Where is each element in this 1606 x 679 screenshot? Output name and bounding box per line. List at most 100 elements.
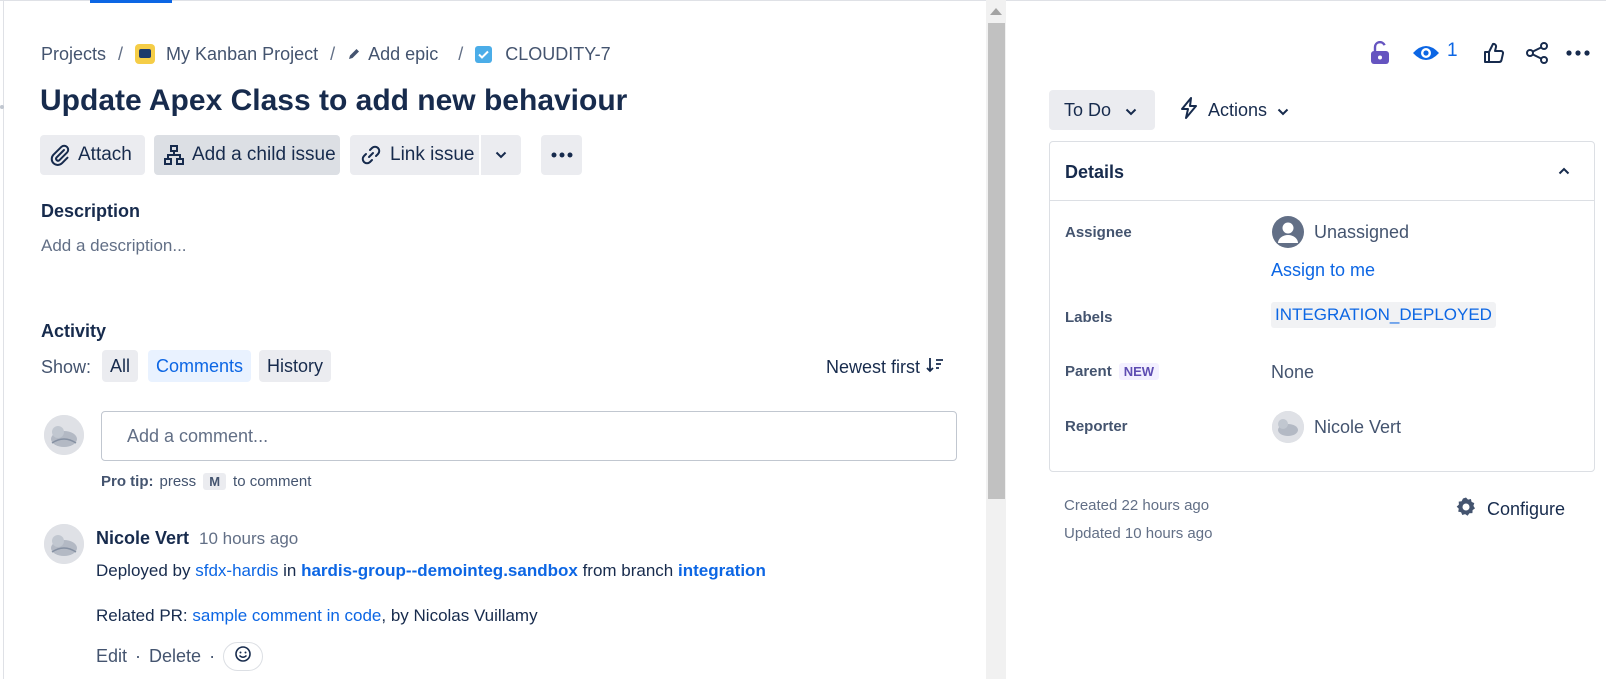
separator-dot: · [135,646,142,666]
comment-author-avatar[interactable] [44,524,84,564]
breadcrumb: Projects / My Kanban Project / Add epic … [41,42,611,66]
label-chip[interactable]: INTEGRATION_DEPLOYED [1271,302,1496,328]
add-child-label: Add a child issue [192,144,336,165]
separator-dot: · [209,646,216,666]
chevron-down-icon [495,151,507,159]
attach-label: Attach [78,144,132,165]
comment-actions: Edit · Delete · [96,642,264,671]
assignee-label: Assignee [1065,224,1132,241]
filter-history[interactable]: History [259,350,332,382]
reporter-value[interactable]: Nicole Vert [1314,417,1401,438]
filter-all[interactable]: All [102,350,139,382]
lightning-icon [1180,96,1198,124]
pr-link[interactable]: sample comment in code [192,606,381,625]
issue-title[interactable]: Update Apex Class to add new behaviour [40,84,627,118]
gear-icon [1455,496,1477,523]
actions-button[interactable]: Actions [1180,90,1289,130]
lock-icon[interactable] [1369,40,1391,66]
breadcrumb-issue-key[interactable]: CLOUDITY-7 [475,44,611,65]
text: in [283,561,297,580]
text: from branch [582,561,674,580]
add-reaction-button[interactable] [223,642,264,671]
attach-button[interactable]: Attach [40,135,145,175]
configure-button[interactable]: Configure [1455,496,1565,523]
delete-comment-button[interactable]: Delete [149,646,201,667]
more-icon [551,152,573,158]
emoji-icon [234,645,252,668]
scroll-up-arrow[interactable] [990,8,1002,15]
breadcrumb-separator: / [458,43,464,64]
sort-label: Newest first [826,357,921,377]
parent-text: Parent [1065,363,1112,380]
link-issue-dropdown[interactable] [481,135,521,175]
project-name: My Kanban Project [166,43,319,64]
parent-label: Parent NEW [1065,363,1160,380]
active-tab-indicator [90,0,172,3]
chevron-down-icon [1125,100,1137,121]
add-epic-link[interactable]: Add epic [347,44,438,65]
comment-body-line2: Related PR: sample comment in code, by N… [96,606,538,626]
add-child-issue-button[interactable]: Add a child issue [154,135,340,175]
show-label: Show: [41,357,92,377]
org-link[interactable]: hardis-group--demointeg.sandbox [301,561,578,580]
protip-press: press [159,473,197,490]
branch-link[interactable]: integration [678,561,766,580]
watch-count[interactable]: 1 [1447,40,1458,62]
user-icon [1272,216,1304,248]
configure-label: Configure [1487,499,1566,519]
parent-value[interactable]: None [1271,362,1314,383]
like-icon[interactable] [1482,40,1506,66]
reporter-label: Reporter [1065,418,1128,435]
breadcrumb-project[interactable]: My Kanban Project [135,44,318,65]
comment-body-line1: Deployed by sfdx-hardis in hardis-group-… [96,561,766,581]
comment-time[interactable]: 10 hours ago [199,529,298,549]
pro-tip: Pro tip: press M to comment [101,473,311,490]
edit-comment-button[interactable]: Edit [96,646,127,667]
reporter-avatar [1272,411,1304,443]
details-title: Details [1065,162,1125,182]
breadcrumb-projects[interactable]: Projects [41,44,106,65]
status-button[interactable]: To Do [1049,90,1155,130]
chevron-up-icon[interactable] [1557,164,1571,178]
resize-dot [0,105,4,109]
text: Deployed by [96,561,191,580]
filter-comments[interactable]: Comments [148,350,252,382]
protip-rest: to comment [233,473,312,490]
scrollbar-thumb[interactable] [988,23,1005,499]
status-label: To Do [1064,99,1112,120]
top-border [0,0,1606,1]
add-epic-label: Add epic [368,43,439,64]
activity-heading: Activity [41,321,107,341]
breadcrumb-separator: / [118,43,124,64]
more-icon[interactable] [1565,46,1591,60]
updated-time: Updated 10 hours ago [1064,525,1213,542]
eye-icon[interactable] [1412,42,1440,64]
text: , by Nicolas Vuillamy [381,606,538,625]
link-issue-button[interactable]: Link issue [350,135,479,175]
current-user-avatar [44,415,84,455]
bot-link[interactable]: sfdx-hardis [195,561,278,580]
sort-icon [926,357,944,378]
task-icon [475,45,493,63]
comment-author[interactable]: Nicole Vert [96,528,189,549]
sort-button[interactable]: Newest first [826,357,944,378]
hierarchy-icon [164,144,184,166]
description-placeholder[interactable]: Add a description... [41,236,187,256]
assignee-value[interactable]: Unassigned [1314,222,1409,243]
share-icon[interactable] [1524,40,1550,66]
attach-icon [50,144,70,166]
description-heading: Description [41,201,141,221]
comment-input[interactable] [101,411,957,461]
left-edge [3,0,4,679]
details-header[interactable] [1049,141,1595,201]
link-icon [360,144,382,166]
shortcut-key: M [203,473,227,490]
more-actions-button[interactable] [541,135,582,175]
labels-label: Labels [1065,309,1113,326]
actions-label: Actions [1208,99,1268,120]
new-badge: NEW [1118,363,1160,380]
breadcrumb-separator: / [330,43,336,64]
assign-to-me-link[interactable]: Assign to me [1271,260,1375,281]
chevron-down-icon [1277,100,1289,121]
created-time: Created 22 hours ago [1064,497,1210,514]
